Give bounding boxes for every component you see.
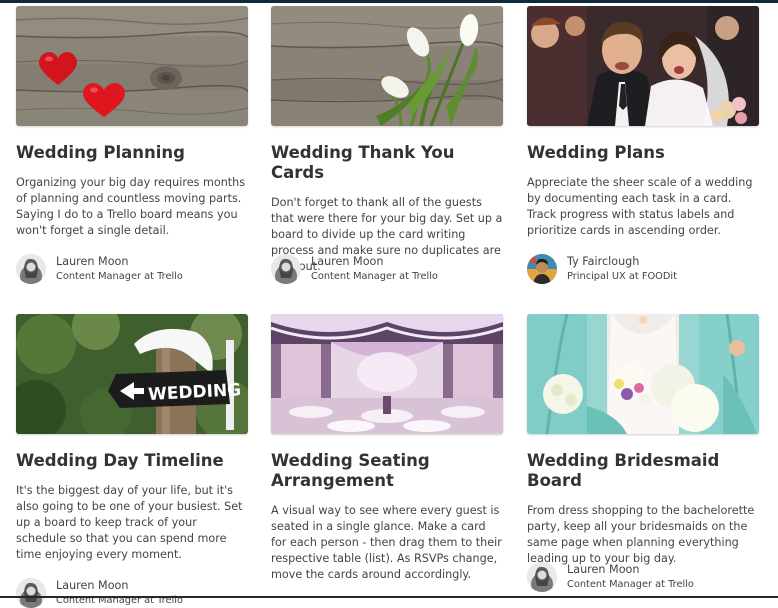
template-card-wedding-planning[interactable]: Wedding Planning Organizing your big day…: [16, 6, 248, 284]
author[interactable]: Ty Fairclough Principal UX at FOODit: [527, 254, 677, 284]
bridesmaids-bouquet-icon[interactable]: [527, 314, 759, 434]
avatar[interactable]: [271, 254, 301, 284]
template-card-wedding-plans[interactable]: Wedding Plans Appreciate the sheer scale…: [527, 6, 759, 284]
card-description: From dress shopping to the bachelorette …: [527, 504, 755, 565]
author-role: Content Manager at Trello: [567, 578, 694, 590]
template-card-wedding-bridesmaid-board[interactable]: Wedding Bridesmaid Board From dress shop…: [527, 314, 759, 592]
card-title[interactable]: Wedding Bridesmaid Board: [527, 451, 759, 491]
author-name[interactable]: Ty Fairclough: [567, 255, 677, 269]
template-card-wedding-seating-arrangement[interactable]: Wedding Seating Arrangement A visual way…: [271, 314, 503, 583]
author[interactable]: Lauren Moon Content Manager at Trello: [271, 254, 438, 284]
card-description: Organizing your big day requires months …: [16, 176, 246, 237]
wedding-couple-photo-icon[interactable]: [527, 6, 759, 126]
author[interactable]: Lauren Moon Content Manager at Trello: [16, 578, 183, 608]
card-title[interactable]: Wedding Thank You Cards: [271, 143, 503, 183]
top-bar: [0, 0, 778, 3]
wedding-sign-icon[interactable]: WEDDING: [16, 314, 248, 434]
author-name[interactable]: Lauren Moon: [56, 579, 183, 593]
avatar[interactable]: [527, 562, 557, 592]
hearts-on-wood-icon[interactable]: [16, 6, 248, 126]
author[interactable]: Lauren Moon Content Manager at Trello: [16, 254, 183, 284]
card-title[interactable]: Wedding Day Timeline: [16, 451, 248, 471]
reception-hall-icon[interactable]: [271, 314, 503, 434]
card-title[interactable]: Wedding Plans: [527, 143, 759, 163]
card-description: A visual way to see where every guest is…: [271, 504, 502, 581]
card-description: Appreciate the sheer scale of a wedding …: [527, 176, 753, 237]
card-title[interactable]: Wedding Seating Arrangement: [271, 451, 503, 491]
card-title[interactable]: Wedding Planning: [16, 143, 248, 163]
template-card-wedding-thank-you-cards[interactable]: Wedding Thank You Cards Don't forget to …: [271, 6, 503, 284]
template-card-wedding-day-timeline[interactable]: WEDDING Wedding Day Timeline It's the bi…: [16, 314, 248, 608]
card-description: It's the biggest day of your life, but i…: [16, 484, 243, 561]
avatar[interactable]: [16, 578, 46, 608]
tulips-on-wood-icon[interactable]: [271, 6, 503, 126]
author-role: Content Manager at Trello: [56, 594, 183, 606]
avatar[interactable]: [16, 254, 46, 284]
author-name[interactable]: Lauren Moon: [56, 255, 183, 269]
avatar[interactable]: [527, 254, 557, 284]
author-role: Principal UX at FOODit: [567, 270, 677, 282]
author-name[interactable]: Lauren Moon: [311, 255, 438, 269]
author[interactable]: Lauren Moon Content Manager at Trello: [527, 562, 694, 592]
author-role: Content Manager at Trello: [311, 270, 438, 282]
author-role: Content Manager at Trello: [56, 270, 183, 282]
author-name[interactable]: Lauren Moon: [567, 563, 694, 577]
